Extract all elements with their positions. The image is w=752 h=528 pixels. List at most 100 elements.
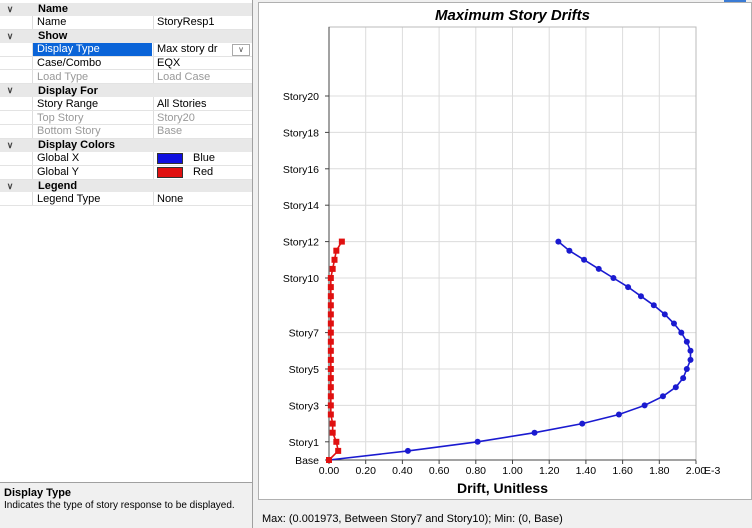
property-value-text: StoryResp1 [157, 16, 215, 29]
collapse-chevron-icon[interactable]: ∨ [0, 4, 20, 15]
series-point-1 [610, 275, 617, 281]
collapse-chevron-icon[interactable]: ∨ [0, 85, 20, 96]
property-value-text: Story20 [157, 111, 195, 124]
property-row[interactable]: Bottom Story Base [0, 125, 252, 139]
series-point-1 [661, 311, 668, 318]
category-row[interactable]: ∨ Legend [0, 179, 252, 193]
color-swatch[interactable] [157, 166, 183, 178]
y-tick-label: Story10 [283, 273, 319, 285]
category-row[interactable]: ∨ Display Colors [0, 138, 252, 152]
description-title: Display Type [4, 487, 72, 499]
property-row[interactable]: Name StoryResp1 [0, 15, 252, 30]
x-tick-label: 0.00 [319, 465, 340, 477]
series-point-1 [615, 411, 622, 418]
property-value-text: Load Case [157, 70, 211, 83]
x-tick-label: 1.40 [576, 465, 597, 477]
property-name: Load Type [32, 70, 152, 84]
x-tick-label: 0.60 [429, 465, 450, 477]
property-value[interactable]: Blue [153, 151, 252, 165]
series-point-1 [579, 420, 586, 427]
series-point-2 [329, 420, 336, 427]
series-point-1 [678, 329, 685, 336]
property-value[interactable]: All Stories [153, 97, 252, 111]
status-bar-text: Max: (0.001973, Between Story7 and Story… [262, 513, 563, 525]
series-point-2 [327, 347, 334, 354]
series-point-1 [595, 265, 602, 272]
series-line-1 [328, 240, 692, 461]
series-point-2 [327, 366, 334, 372]
property-value[interactable]: EQX [153, 56, 252, 70]
series-point-1 [531, 429, 538, 436]
y-tick-label: Story1 [289, 437, 320, 449]
series-point-2 [338, 238, 345, 245]
y-tick-label: Story12 [283, 237, 319, 249]
property-name: Global X [32, 151, 152, 165]
series-point-1 [404, 447, 411, 454]
property-row[interactable]: Legend Type None [0, 192, 252, 207]
series-point-1 [566, 247, 573, 254]
y-tick-label: Story20 [283, 91, 319, 103]
description-text: Indicates the type of story response to … [4, 500, 235, 511]
property-row[interactable]: Load Type Load Case [0, 70, 252, 85]
property-name: Story Range [32, 97, 152, 111]
property-value-text: Max story dr [157, 43, 218, 56]
property-value[interactable]: None [153, 192, 252, 206]
series-point-2 [327, 356, 334, 363]
category-row[interactable]: ∨ Display For [0, 84, 252, 98]
series-point-2 [327, 302, 334, 309]
x-axis-title: Drift, Unitless [457, 480, 548, 496]
x-tick-label: 0.20 [355, 465, 376, 477]
collapse-chevron-icon[interactable]: ∨ [0, 181, 20, 192]
property-value[interactable]: Story20 [153, 111, 252, 125]
series-point-2 [329, 429, 336, 436]
series-point-1 [687, 356, 694, 363]
property-row[interactable]: Global X Blue [0, 151, 252, 166]
series-point-2 [335, 447, 342, 454]
property-value[interactable]: StoryResp1 [153, 15, 252, 29]
series-point-1 [637, 293, 644, 300]
series-point-2 [327, 275, 334, 281]
category-row[interactable]: ∨ Show [0, 29, 252, 43]
property-value-text: Blue [193, 152, 216, 165]
dropdown-arrow-icon[interactable]: ∨ [232, 43, 250, 56]
series-point-2 [326, 457, 332, 463]
property-value[interactable]: Red [153, 165, 252, 179]
property-name: Top Story [32, 111, 152, 125]
y-tick-label: Story7 [289, 328, 320, 340]
series-point-1 [687, 347, 694, 354]
series-point-1 [641, 402, 648, 409]
series-point-1 [683, 338, 690, 345]
series-point-2 [333, 438, 340, 445]
x-unit-label: E-3 [704, 465, 721, 477]
property-name: Case/Combo [32, 56, 152, 70]
property-value[interactable]: Max story dr ∨ [153, 42, 252, 56]
y-tick-label: Story18 [283, 127, 319, 139]
series-point-2 [327, 375, 334, 382]
property-name: Legend Type [32, 192, 152, 206]
y-tick-label: Story3 [289, 400, 320, 412]
property-value[interactable]: Load Case [153, 70, 252, 84]
category-label: Display Colors [38, 139, 116, 152]
property-row[interactable]: Global Y Red [0, 165, 252, 180]
collapse-chevron-icon[interactable]: ∨ [0, 31, 20, 42]
color-swatch[interactable] [157, 152, 183, 164]
property-row[interactable]: Case/Combo EQX [0, 56, 252, 71]
property-row[interactable]: Story Range All Stories [0, 97, 252, 112]
series-point-1 [555, 238, 562, 245]
series-point-1 [581, 256, 588, 263]
y-tick-label: Story14 [283, 200, 319, 212]
properties-panel: ∨ Name Name StoryResp1 ∨ Show Display Type Max … [0, 0, 253, 528]
property-row[interactable]: Display Type Max story dr ∨ [0, 42, 252, 57]
description-panel: Display Type Indicates the type of story… [0, 482, 252, 528]
collapse-chevron-icon[interactable]: ∨ [0, 140, 20, 151]
property-row[interactable]: Top Story Story20 [0, 111, 252, 126]
series-point-1 [659, 393, 666, 400]
category-row[interactable]: ∨ Name [0, 3, 252, 16]
series-point-2 [327, 293, 334, 300]
series-point-1 [683, 366, 690, 372]
series-point-2 [327, 329, 334, 336]
property-value[interactable]: Base [153, 125, 252, 138]
series-point-1 [625, 284, 632, 291]
x-tick-label: 1.80 [649, 465, 670, 477]
series-point-2 [327, 384, 334, 391]
